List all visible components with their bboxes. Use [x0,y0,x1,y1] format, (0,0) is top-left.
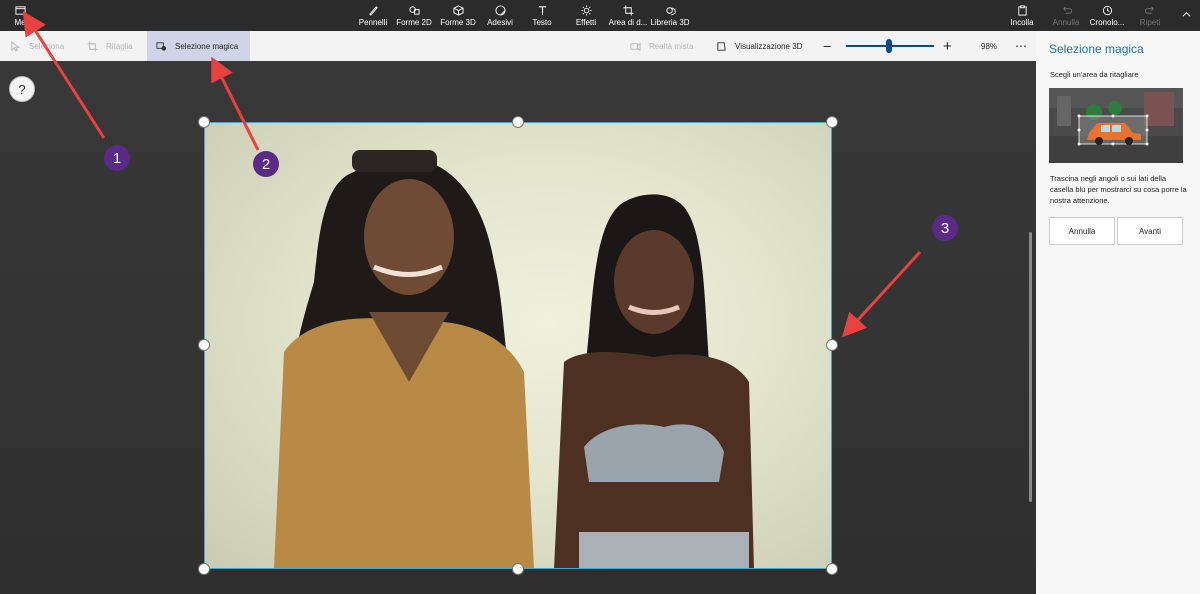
resize-handle-right[interactable] [826,339,838,351]
crop-icon [87,40,98,52]
text-icon [538,5,546,15]
collapse-toolbar-button[interactable] [1176,0,1196,31]
crop-button[interactable]: Ritaglia [87,31,133,61]
history-icon [1102,5,1112,15]
zoom-slider-thumb[interactable] [886,39,893,53]
tool-label: Area di d... [608,17,648,27]
crop-label: Ritaglia [106,41,133,51]
magic-select-button[interactable]: Selezione magica [147,31,250,61]
crop-canvas-icon [622,4,634,16]
select-label: Seleziona [29,41,65,51]
resize-handle-top-left[interactable] [198,116,210,128]
cancel-button[interactable]: Annulla [1049,217,1115,245]
minus-icon: − [823,38,832,54]
resize-handle-left[interactable] [198,339,210,351]
resize-handle-bottom-left[interactable] [198,563,210,575]
panel-subtitle: Scegli un'area da ritagliare [1050,70,1139,79]
cube-icon [452,4,464,16]
zoom-percent: 98% [981,41,998,51]
paste-button[interactable]: Incolla [1008,0,1036,31]
shapes-2d-icon [408,5,420,15]
tool-label: Libreria 3D [650,17,690,27]
mixed-reality-icon [630,42,641,51]
redo-label: Ripeti [1139,17,1161,27]
mixed-reality-button[interactable]: Realtà mista [630,31,693,61]
folder-icon [14,5,26,15]
view-3d-icon [717,41,726,51]
ellipsis-icon: ⋯ [1015,39,1027,53]
annotation-badge-2: 2 [253,151,279,177]
tool-library-3d[interactable]: Libreria 3D [650,0,690,31]
chevron-up-icon [1182,12,1190,17]
undo-button[interactable]: Annulla [1050,0,1082,31]
tool-label: Forme 2D [396,17,432,27]
next-button[interactable]: Avanti [1117,217,1183,245]
badge-number: 3 [940,219,950,237]
resize-handle-bottom[interactable] [512,563,524,575]
resize-handle-top[interactable] [512,116,524,128]
undo-icon [1062,6,1072,14]
tool-shapes-2d[interactable]: Forme 2D [394,0,434,31]
badge-number: 2 [261,155,271,173]
tool-effects[interactable]: Effetti [571,0,601,31]
magic-select-label: Selezione magica [175,41,239,51]
tool-label: Effetti [575,17,597,27]
more-options-button[interactable]: ⋯ [1015,31,1027,61]
cursor-icon [11,40,21,52]
annotation-badge-3: 3 [932,215,958,241]
sun-icon [580,4,592,16]
tool-text[interactable]: Testo [528,0,556,31]
badge-number: 1 [112,149,122,167]
resize-handle-bottom-right[interactable] [826,563,838,575]
redo-button[interactable]: Ripeti [1136,0,1164,31]
tool-stickers[interactable]: Adesivi [484,0,516,31]
clipboard-icon [1017,4,1027,16]
view-3d-label: Visualizzazione 3D [735,41,803,51]
menu-label: Me [14,17,26,27]
select-button[interactable]: Seleziona [10,31,70,61]
zoom-out-button[interactable]: − [823,31,831,61]
library-3d-icon [665,6,676,15]
magic-select-icon [156,41,167,51]
tool-brushes[interactable]: Pennelli [355,0,391,31]
view-3d-button[interactable]: Visualizzazione 3D [716,31,802,61]
top-toolbar: Me Pennelli Forme 2D Forme 3D Adesivi Te… [0,0,1200,31]
redo-icon [1144,6,1154,14]
secondary-toolbar: Seleziona Ritaglia Selezione magica Real… [0,31,1036,61]
brush-icon [368,5,378,16]
history-label: Cronolo... [1089,17,1125,27]
mixed-reality-label: Realtà mista [649,41,694,51]
question-icon: ? [18,81,26,97]
magic-select-panel: Selezione magica Scegli un'area da ritag… [1036,31,1200,594]
tool-label: Testo [532,17,552,27]
vertical-scrollbar[interactable] [1029,232,1032,502]
tool-canvas[interactable]: Area di d... [608,0,648,31]
sticker-icon [494,4,506,16]
undo-label: Annulla [1052,17,1080,27]
plus-icon: + [943,37,952,55]
tool-label: Adesivi [487,17,513,27]
tool-label: Pennelli [358,17,388,27]
tool-shapes-3d[interactable]: Forme 3D [438,0,478,31]
menu-button[interactable]: Me [6,0,34,31]
car-illustration [1049,88,1183,163]
tool-label: Forme 3D [440,17,476,27]
history-button[interactable]: Cronolo... [1088,0,1126,31]
help-button[interactable]: ? [9,76,35,102]
magic-selection-box[interactable] [204,122,832,569]
zoom-value[interactable]: 98% [981,31,997,61]
resize-handle-top-right[interactable] [826,116,838,128]
zoom-in-button[interactable]: + [943,31,952,61]
panel-title: Selezione magica [1049,42,1144,56]
paste-label: Incolla [1010,17,1034,27]
annotation-badge-1: 1 [104,145,130,171]
example-thumbnail [1049,88,1183,163]
panel-description: Trascina negli angoli o sui lati della c… [1050,174,1187,205]
